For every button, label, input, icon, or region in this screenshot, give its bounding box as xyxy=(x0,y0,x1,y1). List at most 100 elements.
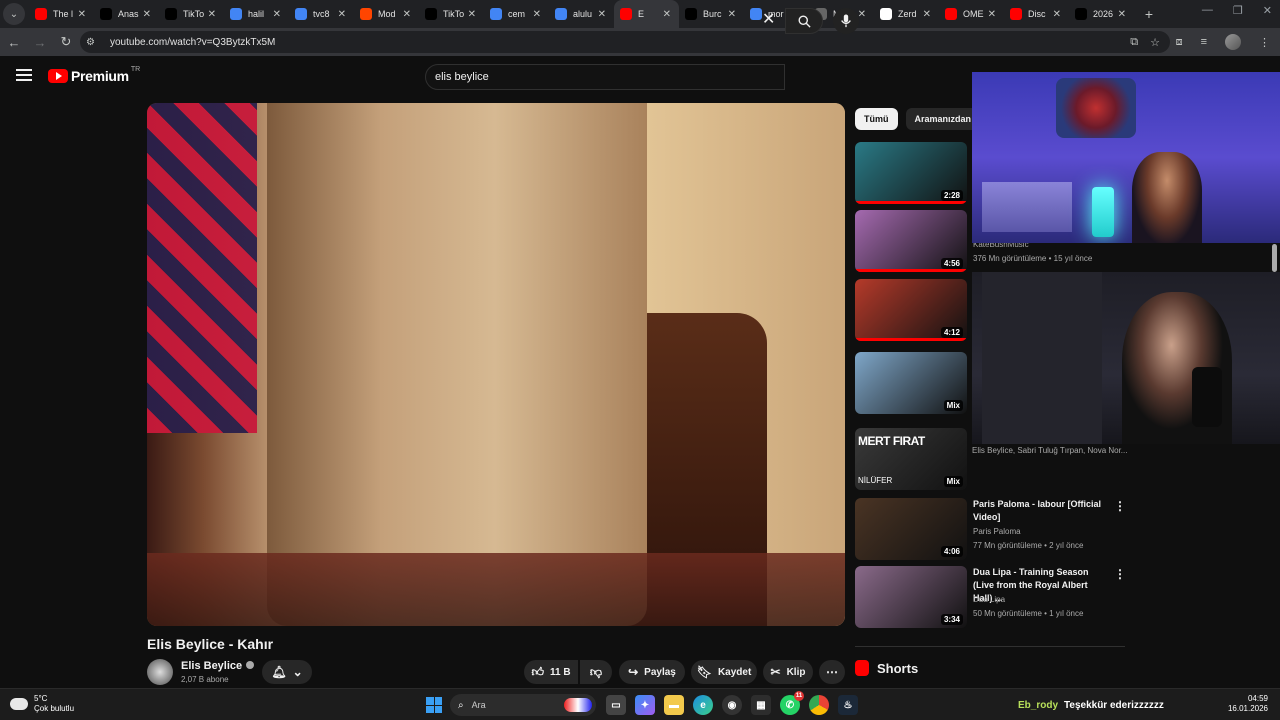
system-clock[interactable]: 04:59 16.01.2026 xyxy=(1228,694,1268,714)
back-icon[interactable]: ← xyxy=(2,30,26,54)
whatsapp-icon[interactable]: ✆ 11 xyxy=(780,691,804,715)
close-tab-icon[interactable]: ✕ xyxy=(1053,9,1061,20)
youtube-logo[interactable]: Premium TR xyxy=(48,66,140,84)
browser-tab[interactable]: E ✕ xyxy=(614,0,679,28)
video-player[interactable] xyxy=(147,103,845,626)
close-tab-icon[interactable]: ✕ xyxy=(468,9,476,20)
channel-avatar[interactable] xyxy=(147,659,173,685)
channel-name[interactable]: Elis Beylice xyxy=(181,660,242,672)
extensions-icon[interactable]: ⧈ xyxy=(1176,36,1183,49)
clear-search-icon[interactable]: ✕ xyxy=(762,12,775,28)
shorts-section-header: Shorts xyxy=(855,660,918,676)
search-box[interactable] xyxy=(425,64,785,90)
chrome-icon[interactable] xyxy=(809,695,829,715)
recommendation-thumbnail[interactable]: 3:34 xyxy=(855,566,967,628)
close-tab-icon[interactable]: ✕ xyxy=(78,9,86,20)
browser-tab[interactable]: cem ✕ xyxy=(484,0,549,28)
rec-6-channel[interactable]: Paris Paloma xyxy=(973,527,1021,536)
steam-icon[interactable]: ♨ xyxy=(838,695,858,715)
browser-tab[interactable]: OME ✕ xyxy=(939,0,1004,28)
address-bar[interactable]: ⚙ youtube.com/watch?v=Q3BytzkTx5M ⧉ ☆ xyxy=(80,31,1170,53)
close-tab-icon[interactable]: ✕ xyxy=(663,9,671,20)
taskbar-search[interactable]: ⌕ Ara xyxy=(450,694,596,716)
page-scrollbar[interactable] xyxy=(1272,244,1277,272)
url-text[interactable]: youtube.com/watch?v=Q3BytzkTx5M xyxy=(110,37,275,48)
browser-tab[interactable]: TikTo ✕ xyxy=(159,0,224,28)
tab-search-button[interactable]: ⌄ xyxy=(3,3,25,25)
bookmark-star-icon[interactable]: ☆ xyxy=(1150,36,1160,49)
voice-search-button[interactable] xyxy=(833,8,859,34)
video-frame-figure xyxy=(267,103,647,626)
browser-tab[interactable]: 2026 ✕ xyxy=(1069,0,1134,28)
microsoft-store-icon[interactable]: ▦ xyxy=(751,695,771,715)
install-app-icon[interactable]: ⧉ xyxy=(1130,36,1138,49)
dislike-button[interactable]: 👎︎ xyxy=(580,660,612,684)
forward-icon[interactable]: → xyxy=(28,30,52,54)
filter-chip[interactable]: Aramanızdan xyxy=(905,108,981,130)
browser-tab[interactable]: Burc ✕ xyxy=(679,0,744,28)
rec-7-meta: 50 Mn görüntüleme • 1 yıl önce xyxy=(973,609,1084,618)
close-tab-icon[interactable]: ✕ xyxy=(338,9,346,20)
browser-tab[interactable]: alulu ✕ xyxy=(549,0,614,28)
close-tab-icon[interactable]: ✕ xyxy=(728,9,736,20)
share-button[interactable]: ↪ Paylaş xyxy=(619,660,685,684)
notification-bell-button[interactable]: 🔔︎ ⌄ xyxy=(262,660,312,684)
recommendation-thumbnail[interactable]: 2:28 xyxy=(855,142,967,204)
close-tab-icon[interactable]: ✕ xyxy=(1118,9,1126,20)
browser-tab[interactable]: Zerd ✕ xyxy=(874,0,939,28)
browser-menu-icon[interactable]: ⋮ xyxy=(1259,36,1270,49)
task-view-icon[interactable]: ▭ xyxy=(606,695,626,715)
reading-list-icon[interactable]: ≡ xyxy=(1201,36,1207,48)
weather-widget[interactable]: 5°C Çok bulutlu xyxy=(10,693,74,714)
recommendation-thumbnail[interactable]: 4:12 xyxy=(855,279,967,341)
recommendation-thumbnail[interactable]: MERT FIRAT NİLÜFER Mix xyxy=(855,428,967,490)
more-actions-button[interactable]: ⋯ xyxy=(819,660,845,684)
close-tab-icon[interactable]: ✕ xyxy=(858,9,866,20)
close-tab-icon[interactable]: ✕ xyxy=(988,9,996,20)
search-icon xyxy=(798,15,811,28)
copilot-icon[interactable]: ✦ xyxy=(635,695,655,715)
filter-chip[interactable]: Tümü xyxy=(855,108,898,130)
rec-6-title[interactable]: Paris Paloma - labour [Official Video] xyxy=(973,498,1103,524)
close-tab-icon[interactable]: ✕ xyxy=(403,9,411,20)
rec-7-channel[interactable]: Dua Lipa xyxy=(973,595,1005,604)
channel-name-row[interactable]: Elis Beylice xyxy=(181,660,255,672)
browser-tab[interactable]: tvc8 ✕ xyxy=(289,0,354,28)
close-tab-icon[interactable]: ✕ xyxy=(208,9,216,20)
file-explorer-icon[interactable]: ▬ xyxy=(664,695,684,715)
restore-icon[interactable]: ❐ xyxy=(1233,4,1243,17)
recommendation-thumbnail[interactable]: 4:06 xyxy=(855,498,967,560)
rec-6-menu-icon[interactable]: ⋮ xyxy=(1114,499,1126,513)
search-button[interactable] xyxy=(785,8,823,34)
guide-menu-icon[interactable] xyxy=(16,69,32,81)
profile-avatar[interactable] xyxy=(1225,34,1241,50)
browser-tab[interactable]: The l ✕ xyxy=(29,0,94,28)
close-window-icon[interactable]: ✕ xyxy=(1263,4,1272,17)
reload-icon[interactable]: ↻ xyxy=(54,30,78,54)
obs-icon[interactable]: ◉ xyxy=(722,695,742,715)
rec-7-menu-icon[interactable]: ⋮ xyxy=(1114,567,1126,581)
edge-icon[interactable]: e xyxy=(693,695,713,715)
clip-button[interactable]: ✂ Klip xyxy=(763,660,813,684)
close-tab-icon[interactable]: ✕ xyxy=(923,9,931,20)
save-button[interactable]: 🔖︎ Kaydet xyxy=(691,660,757,684)
browser-tab[interactable]: halil ✕ xyxy=(224,0,289,28)
recommendation-thumbnail[interactable]: 4:56 xyxy=(855,210,967,272)
close-tab-icon[interactable]: ✕ xyxy=(533,9,541,20)
search-input[interactable] xyxy=(435,71,735,83)
duration-badge: Mix xyxy=(943,476,963,487)
taskbar-apps: ▭ ✦ ▬ e ◉ ▦ ✆ 11 ♨ xyxy=(606,691,858,715)
browser-tab[interactable]: Anas ✕ xyxy=(94,0,159,28)
browser-tab[interactable]: TikTo ✕ xyxy=(419,0,484,28)
minimize-icon[interactable]: — xyxy=(1202,4,1213,17)
new-tab-button[interactable]: + xyxy=(1138,3,1160,25)
windows-start-icon[interactable] xyxy=(426,697,442,713)
like-button[interactable]: 👍︎ 11 B xyxy=(524,660,578,684)
close-tab-icon[interactable]: ✕ xyxy=(598,9,606,20)
close-tab-icon[interactable]: ✕ xyxy=(273,9,281,20)
site-info-icon[interactable]: ⚙ xyxy=(86,37,102,48)
recommendation-thumbnail[interactable]: Mix xyxy=(855,352,967,414)
browser-tab[interactable]: Mod ✕ xyxy=(354,0,419,28)
browser-tab[interactable]: Disc ✕ xyxy=(1004,0,1069,28)
close-tab-icon[interactable]: ✕ xyxy=(143,9,151,20)
